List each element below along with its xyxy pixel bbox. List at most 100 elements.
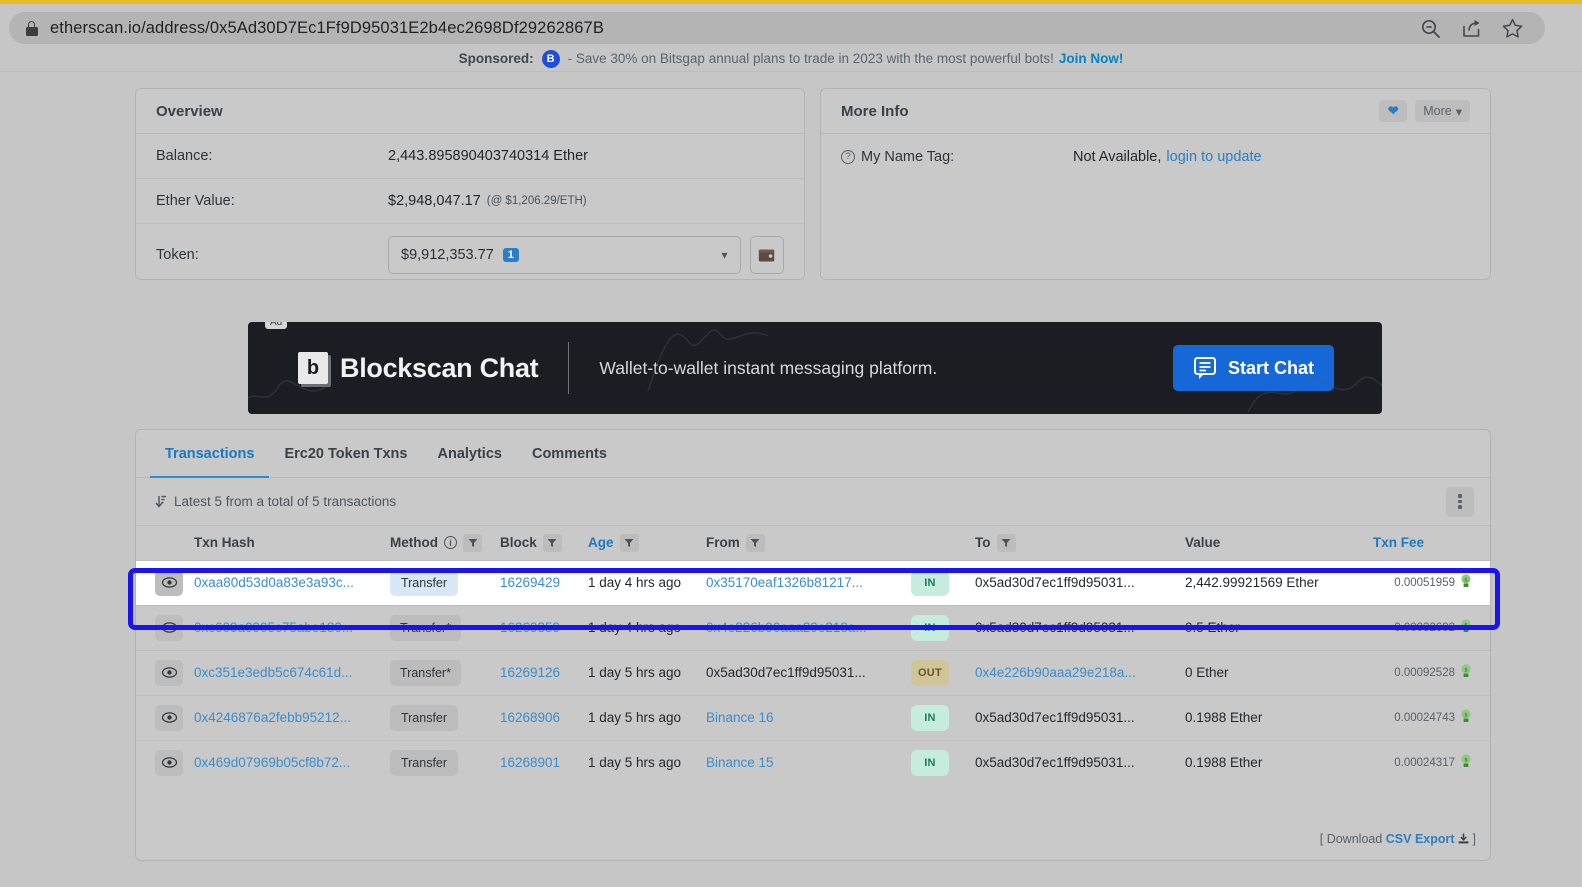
tab-erc20-token-txns[interactable]: Erc20 Token Txns — [269, 430, 422, 477]
gas-icon: $ — [1460, 754, 1472, 771]
ether-value-row: Ether Value: $2,948,047.17 (@ $1,206.29/… — [136, 179, 804, 224]
table-row[interactable]: 0x4246876a2febb95212... Transfer 1626890… — [136, 695, 1490, 740]
txn-hash-link[interactable]: 0xaa80d53d0a83e3a93c... — [194, 575, 354, 590]
table-row[interactable]: 0x469d07969b05cf8b72... Transfer 1626890… — [136, 740, 1490, 785]
join-now-link[interactable]: Join Now! — [1059, 51, 1124, 66]
cell-txn-fee: 0.00032692 $ — [1373, 605, 1490, 650]
col-value-label: Value — [1185, 535, 1221, 551]
txn-hash-link[interactable]: 0xc351e3edb5c674c61d... — [194, 665, 352, 680]
col-txn-hash-label: Txn Hash — [194, 535, 255, 551]
info-icon[interactable]: i — [444, 536, 457, 550]
transactions-table: Txn Hash Method i Block Age From To Valu… — [136, 526, 1490, 785]
cell-txn-hash: 0x469d07969b05cf8b72... — [194, 740, 390, 785]
heart-icon[interactable]: ❤ — [1379, 100, 1408, 122]
txn-hash-link[interactable]: 0x4246876a2febb95212... — [194, 710, 351, 725]
cell-to: 0x5ad30d7ec1ff9d95031... — [975, 575, 1135, 590]
cell-direction: IN — [911, 560, 975, 605]
cell-from: Binance 16 — [706, 695, 911, 740]
eye-icon[interactable] — [155, 569, 183, 596]
bracket-close: ] — [1472, 832, 1476, 846]
svg-text:$: $ — [1464, 758, 1468, 764]
login-to-update-link[interactable]: login to update — [1166, 149, 1261, 165]
block-link[interactable]: 16269359 — [500, 620, 560, 635]
cell-block: 16268906 — [500, 695, 588, 740]
name-tag-row: ? My Name Tag: Not Available, login to u… — [821, 134, 1490, 179]
cell-value: 0.1988 Ether — [1185, 710, 1263, 725]
blockscan-ad-banner[interactable]: Ad b Blockscan Chat Wallet-to-wallet ins… — [248, 322, 1382, 414]
block-link[interactable]: 16268901 — [500, 755, 560, 770]
page-root: etherscan.io/address/0x5Ad30D7Ec1Ff9D950… — [0, 0, 1582, 887]
tab-comments[interactable]: Comments — [517, 430, 622, 477]
block-link[interactable]: 16268906 — [500, 710, 560, 725]
cell-txn-fee: 0.00024317 $ — [1373, 740, 1490, 785]
name-tag-value: Not Available, — [1073, 148, 1162, 165]
table-row[interactable]: 0xaa80d53d0a83e3a93c... Transfer 1626942… — [136, 560, 1490, 605]
from-address-link[interactable]: 0x4e226b90aaa29e218a... — [706, 620, 867, 635]
funnel-icon-age[interactable] — [619, 533, 639, 552]
cell-to: 0x5ad30d7ec1ff9d95031... — [975, 620, 1135, 635]
funnel-icon-method[interactable] — [463, 533, 482, 552]
more-dropdown-button[interactable]: More ▾ — [1415, 100, 1470, 122]
token-count-badge: 1 — [502, 248, 519, 262]
decorative-wave — [248, 380, 328, 399]
col-method-label: Method — [390, 535, 438, 551]
cell-txn-hash: 0xaa80d53d0a83e3a93c... — [194, 560, 390, 605]
from-address-link[interactable]: 0x35170eaf1326b81217... — [706, 575, 863, 590]
eye-icon[interactable] — [155, 749, 183, 776]
token-dropdown[interactable]: $9,912,353.77 1 ▾ — [388, 236, 741, 274]
block-link[interactable]: 16269429 — [500, 575, 560, 590]
funnel-icon-from[interactable] — [745, 533, 765, 552]
svg-text:$: $ — [1464, 623, 1468, 629]
ad-tag-label: Ad — [265, 322, 288, 329]
block-link[interactable]: 16269126 — [500, 665, 560, 680]
zoom-out-icon[interactable] — [1420, 18, 1441, 39]
method-badge: Transfer* — [390, 614, 461, 641]
to-address-link[interactable]: 0x4e226b90aaa29e218a... — [975, 665, 1136, 680]
cell-block: 16269126 — [500, 650, 588, 695]
funnel-icon-block[interactable] — [542, 533, 562, 552]
direction-badge: IN — [911, 704, 949, 731]
eye-icon[interactable] — [155, 704, 183, 731]
tab-analytics[interactable]: Analytics — [422, 430, 516, 477]
sponsored-banner: Sponsored: B - Save 30% on Bitsgap annua… — [0, 46, 1582, 72]
question-icon: ? — [841, 149, 855, 164]
wallet-button[interactable] — [749, 236, 784, 274]
csv-export-footer: [ Download CSV Export ] — [1320, 832, 1476, 846]
from-address-link[interactable]: Binance 16 — [706, 710, 774, 725]
table-header-row: Txn Hash Method i Block Age From To Valu… — [136, 526, 1490, 560]
col-age-label: Age — [588, 535, 614, 551]
table-header: Txn Hash Method i Block Age From To Valu… — [136, 526, 1490, 560]
col-txn-fee[interactable]: Txn Fee — [1373, 526, 1490, 560]
col-from: From — [706, 526, 911, 560]
eye-icon[interactable] — [155, 659, 183, 686]
transactions-panel: Transactions Erc20 Token Txns Analytics … — [135, 429, 1491, 861]
direction-badge: IN — [911, 749, 949, 776]
cell-txn-hash: 0xc609a0905c75abe180... — [194, 605, 390, 650]
col-age[interactable]: Age — [588, 526, 706, 560]
ether-value-amount: $2,948,047.17 — [388, 193, 481, 209]
more-info-card: More Info ❤ More ▾ ? My Name Tag: Not Av… — [820, 88, 1491, 280]
txn-hash-link[interactable]: 0xc609a0905c75abe180... — [194, 620, 353, 635]
col-txn-hash: Txn Hash — [194, 526, 390, 560]
table-row[interactable]: 0xc351e3edb5c674c61d... Transfer* 162691… — [136, 650, 1490, 695]
csv-export-link[interactable]: CSV Export — [1386, 832, 1455, 846]
download-icon[interactable] — [1458, 832, 1472, 846]
table-row[interactable]: 0xc609a0905c75abe180... Transfer* 162693… — [136, 605, 1490, 650]
txn-hash-link[interactable]: 0x469d07969b05cf8b72... — [194, 755, 350, 770]
chevron-down-icon: ▾ — [721, 248, 728, 262]
cell-block: 16269429 — [500, 560, 588, 605]
share-icon[interactable] — [1461, 18, 1482, 39]
funnel-icon-to[interactable] — [996, 533, 1016, 552]
direction-badge: OUT — [911, 659, 949, 686]
star-icon[interactable] — [1502, 18, 1523, 39]
address-bar[interactable]: etherscan.io/address/0x5Ad30D7Ec1Ff9D950… — [9, 12, 1545, 44]
method-badge: Transfer — [390, 569, 458, 596]
gas-icon: $ — [1460, 664, 1472, 681]
col-to: To — [975, 526, 1185, 560]
eye-icon[interactable] — [155, 614, 183, 641]
from-address-link[interactable]: Binance 15 — [706, 755, 774, 770]
tab-transactions[interactable]: Transactions — [150, 430, 270, 478]
cell-direction: IN — [911, 605, 975, 650]
cell-eye — [136, 650, 194, 695]
more-vertical-icon[interactable] — [1446, 486, 1474, 517]
